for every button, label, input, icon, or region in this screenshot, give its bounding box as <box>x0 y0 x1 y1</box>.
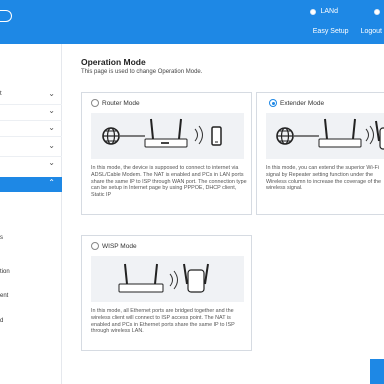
wisp-mode-description: In this mode, all Ethernet ports are bri… <box>91 308 235 335</box>
extender-mode-radio[interactable] <box>269 99 277 107</box>
sidebar-subitem[interactable]: s <box>0 232 62 246</box>
extender-mode-illustration <box>266 113 384 159</box>
phone-icon <box>211 126 222 146</box>
top-nav: Easy Setup Logout <box>313 28 382 35</box>
sidebar-subitem[interactable]: ent <box>0 290 62 304</box>
sidebar-item[interactable]: t ⌄ <box>0 88 62 102</box>
wisp-mode-label: WISP Mode <box>102 242 137 250</box>
chevron-down-icon: ⌄ <box>48 123 55 132</box>
wisp-mode-card[interactable]: WISP Mode In this mode, all Ethernet por… <box>81 235 252 351</box>
chevron-down-icon: ⌄ <box>48 89 55 98</box>
extender-mode-option[interactable]: Extender Mode <box>269 99 324 107</box>
router-icon <box>118 263 164 293</box>
extender-mode-label: Extender Mode <box>280 99 325 107</box>
router-mode-description: In this mode, the device is supposed to … <box>91 165 247 199</box>
sidebar-item-operation-mode[interactable]: ⌃ <box>0 177 62 192</box>
router-mode-illustration <box>91 113 244 159</box>
globe-icon <box>276 127 294 145</box>
language-selector[interactable]: LANd <box>310 8 380 15</box>
sidebar-item[interactable]: ⌄ <box>0 105 62 119</box>
easy-setup-link[interactable]: Easy Setup <box>313 28 349 35</box>
sidebar-subitem[interactable]: d <box>0 315 62 329</box>
save-button[interactable] <box>370 359 384 384</box>
extender-icon <box>183 263 209 293</box>
extender-mode-description: In this mode, you can extend the superio… <box>266 165 382 192</box>
logout-link[interactable]: Logout <box>361 28 382 35</box>
extender-mode-card[interactable]: Extender Mode In this mode, you can exte… <box>256 92 384 215</box>
chevron-up-icon: ⌃ <box>48 178 55 187</box>
wisp-mode-illustration <box>91 256 244 302</box>
router-icon <box>318 118 362 148</box>
page-title: Operation Mode <box>81 57 146 67</box>
router-mode-label: Router Mode <box>102 99 140 107</box>
sidebar-item[interactable]: ⌄ <box>0 122 62 136</box>
globe-icon <box>102 127 120 145</box>
router-icon <box>144 118 188 148</box>
sidebar: t ⌄ ⌄ ⌄ ⌄ ⌄ ⌃ s tion ent d <box>0 44 62 384</box>
language-label: LANd <box>320 8 338 15</box>
router-mode-option[interactable]: Router Mode <box>91 99 140 107</box>
chevron-down-icon: ⌄ <box>48 106 55 115</box>
extender-icon <box>375 120 384 150</box>
wisp-mode-radio[interactable] <box>91 242 99 250</box>
chevron-down-icon: ⌄ <box>48 158 55 167</box>
language-radio-icon[interactable] <box>374 8 380 15</box>
wisp-mode-option[interactable]: WISP Mode <box>91 242 137 250</box>
logo-icon[interactable] <box>0 10 12 22</box>
page-description: This page is used to change Operation Mo… <box>81 69 203 75</box>
chevron-down-icon: ⌄ <box>48 141 55 150</box>
language-radio-icon[interactable] <box>310 8 317 15</box>
main-content: Operation Mode This page is used to chan… <box>62 44 384 384</box>
sidebar-subitem[interactable]: tion <box>0 266 62 280</box>
router-mode-card[interactable]: Router Mode In this mode, the device is … <box>81 92 252 215</box>
sidebar-item[interactable]: ⌄ <box>0 140 62 154</box>
router-mode-radio[interactable] <box>91 99 99 107</box>
sidebar-item[interactable]: ⌄ <box>0 157 62 171</box>
top-header: LANd Easy Setup Logout <box>0 0 384 44</box>
